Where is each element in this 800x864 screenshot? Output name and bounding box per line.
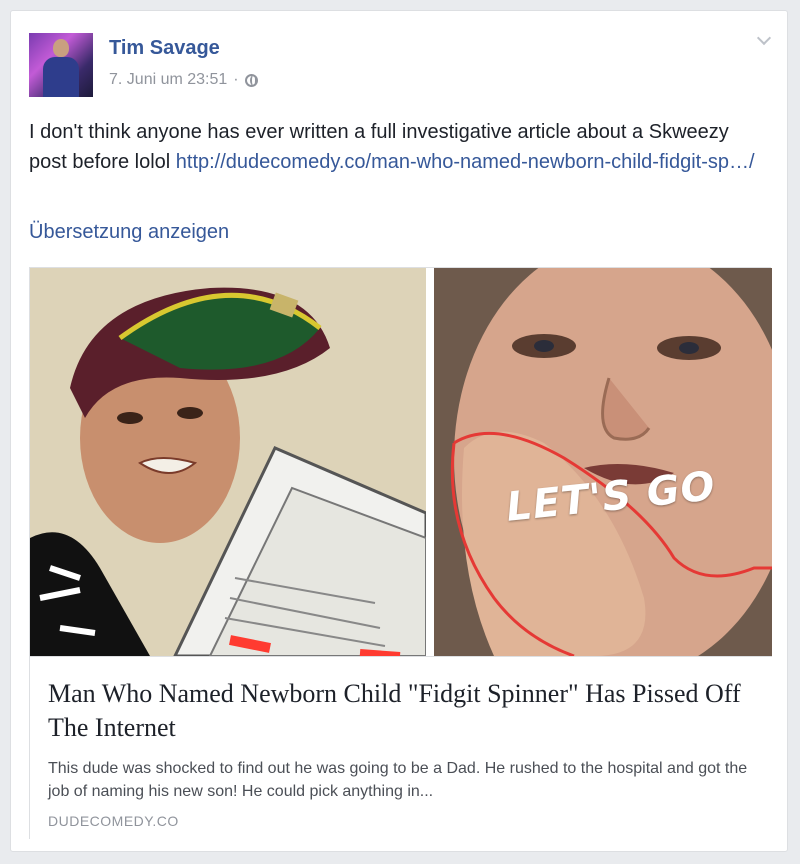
selfie-certificate-illustration xyxy=(30,268,426,656)
post-meta: 7. Juni um 23:51 · xyxy=(109,71,258,89)
post-link[interactable]: http://dudecomedy.co/man-who-named-newbo… xyxy=(176,151,755,173)
link-preview-card[interactable]: LET'S GO Man Who Named Newborn Child "Fi… xyxy=(29,267,772,840)
meta-separator: · xyxy=(233,71,239,88)
chevron-down-icon[interactable] xyxy=(757,33,769,45)
author-name[interactable]: Tim Savage xyxy=(109,37,220,60)
link-card-text[interactable]: Man Who Named Newborn Child "Fidgit Spin… xyxy=(30,656,772,840)
link-card-description: This dude was shocked to find out he was… xyxy=(48,760,748,800)
translate-link[interactable]: Übersetzung anzeigen xyxy=(29,221,229,244)
globe-icon[interactable] xyxy=(244,73,258,87)
link-card-title[interactable]: Man Who Named Newborn Child "Fidgit Spin… xyxy=(48,677,748,745)
preview-image-right[interactable]: LET'S GO xyxy=(434,268,772,656)
post-timestamp[interactable]: 7. Juni um 23:51 xyxy=(109,71,227,89)
post-text: I don't think anyone has ever written a … xyxy=(29,117,769,177)
face-closeup-illustration xyxy=(434,268,772,656)
link-card-domain: DUDECOMEDY.CO xyxy=(48,813,179,829)
author-avatar[interactable] xyxy=(29,33,93,97)
image-divider xyxy=(426,268,434,656)
facebook-post: Tim Savage 7. Juni um 23:51 · I don't th… xyxy=(10,10,788,852)
preview-image-left[interactable] xyxy=(30,268,426,656)
